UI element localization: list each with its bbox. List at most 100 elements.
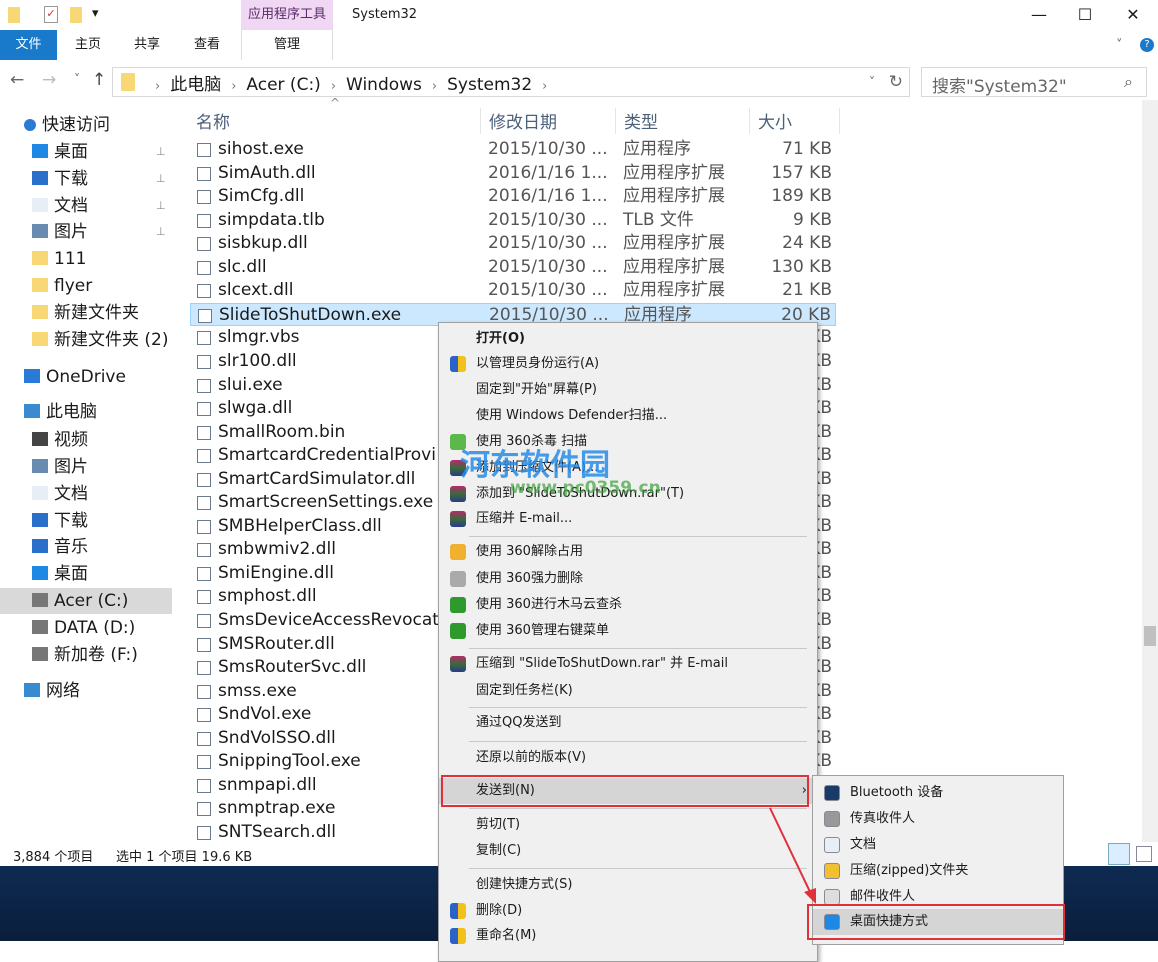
pin-icon[interactable]: ⊥ — [156, 193, 166, 219]
sidebar-item-label: 网络 — [46, 681, 80, 701]
sidebar-item[interactable]: 音乐 — [0, 534, 180, 560]
sidebar-item[interactable]: 新加卷 (F:) — [0, 642, 180, 668]
menu-item[interactable]: 使用 360强力删除 — [439, 566, 817, 592]
submenu-item[interactable]: Bluetooth 设备 — [813, 780, 1063, 806]
search-input[interactable]: 搜索"System32" — [921, 67, 1147, 97]
sidebar-item[interactable]: 网络 — [0, 678, 180, 704]
address-dropdown-icon[interactable]: ˅ — [869, 75, 875, 89]
column-size[interactable]: 大小 — [750, 108, 840, 134]
menu-item[interactable]: 重命名(M) — [439, 923, 817, 949]
menu-item[interactable]: 使用 360管理右键菜单 — [439, 618, 817, 644]
menu-item-label: 删除(D) — [476, 903, 522, 918]
sidebar-item[interactable]: flyer — [0, 273, 180, 299]
menu-item[interactable]: 添加到 "SlideToShutDown.rar"(T) — [439, 481, 817, 507]
menu-item[interactable]: 固定到任务栏(K) — [439, 678, 817, 704]
sidebar-item-label: OneDrive — [46, 367, 126, 387]
submenu-item[interactable]: 压缩(zipped)文件夹 — [813, 858, 1063, 884]
menu-item[interactable]: 压缩并 E-mail... — [439, 506, 817, 532]
address-bar[interactable]: ›此电脑›Acer (C:)›Windows›System32› ˅ ↻ — [112, 67, 910, 97]
file-row[interactable]: sihost.exe2015/10/30 ...应用程序71 KB — [190, 138, 836, 162]
menu-item[interactable]: 固定到"开始"屏幕(P) — [439, 377, 817, 403]
column-date[interactable]: 修改日期 — [481, 108, 616, 134]
drive-icon — [32, 593, 48, 607]
minimize-button[interactable]: — — [1016, 0, 1062, 30]
file-name: SnippingTool.exe — [218, 750, 361, 774]
tab-file[interactable]: 文件 — [0, 30, 57, 60]
column-name[interactable]: 名称 — [188, 108, 481, 134]
quick-access-dropdown[interactable]: ▾ — [92, 6, 99, 21]
scrollbar[interactable] — [1142, 100, 1158, 842]
scrollbar-thumb[interactable] — [1144, 626, 1156, 646]
ribbon-expand-icon[interactable]: ˅ — [1116, 38, 1123, 53]
picture-icon — [32, 459, 48, 473]
pin-icon[interactable]: ⊥ — [156, 166, 166, 192]
large-icons-view-button[interactable] — [1136, 846, 1152, 862]
sidebar-item[interactable]: 图片 — [0, 454, 180, 480]
menu-item[interactable]: 通过QQ发送到 — [439, 710, 817, 736]
sidebar-item[interactable]: 下载⊥ — [0, 166, 180, 192]
tab-share[interactable]: 共享 — [122, 30, 172, 60]
menu-item[interactable]: 还原以前的版本(V) — [439, 745, 817, 771]
pin-icon[interactable]: ⊥ — [156, 219, 166, 245]
submenu-item[interactable]: 文档 — [813, 832, 1063, 858]
file-size: 157 KB — [771, 162, 832, 186]
sidebar-item[interactable]: OneDrive — [0, 364, 180, 390]
menu-item[interactable]: 使用 360解除占用 — [439, 539, 817, 565]
back-button[interactable]: ← — [10, 70, 24, 90]
menu-separator — [469, 741, 807, 742]
file-row[interactable]: sisbkup.dll2015/10/30 ...应用程序扩展24 KB — [190, 232, 836, 256]
sidebar-item[interactable]: Acer (C:) — [0, 588, 172, 614]
new-folder-icon[interactable] — [70, 7, 82, 23]
file-name: SlideToShutDown.exe — [219, 304, 401, 328]
tab-view[interactable]: 查看 — [182, 30, 232, 60]
sidebar-item[interactable]: DATA (D:) — [0, 615, 180, 641]
file-row[interactable]: SimAuth.dll2016/1/16 1...应用程序扩展157 KB — [190, 162, 836, 186]
sidebar-item[interactable]: 桌面 — [0, 561, 180, 587]
menu-item-label: 压缩并 E-mail... — [476, 511, 572, 526]
up-button[interactable]: ↑ — [92, 70, 106, 90]
file-row[interactable]: SimCfg.dll2016/1/16 1...应用程序扩展189 KB — [190, 185, 836, 209]
sidebar-item[interactable]: 新建文件夹 (2) — [0, 327, 180, 353]
sidebar-item[interactable]: 文档 — [0, 481, 180, 507]
sidebar-item[interactable]: 图片⊥ — [0, 219, 180, 245]
menu-item[interactable]: 添加到压缩文件(A)... — [439, 455, 817, 481]
submenu-item[interactable]: 传真收件人 — [813, 806, 1063, 832]
tab-home[interactable]: 主页 — [63, 30, 113, 60]
tab-manage[interactable]: 管理 — [241, 30, 333, 60]
properties-icon[interactable]: ✓ — [44, 6, 58, 23]
recent-locations-button[interactable]: ˅ — [74, 72, 80, 86]
file-row[interactable]: slc.dll2015/10/30 ...应用程序扩展130 KB — [190, 256, 836, 280]
forward-button[interactable]: → — [42, 70, 56, 90]
refresh-button[interactable]: ↻ — [889, 72, 903, 92]
maximize-button[interactable]: ☐ — [1062, 0, 1108, 30]
sidebar-item[interactable]: 桌面⊥ — [0, 139, 180, 165]
sidebar-item[interactable]: 文档⊥ — [0, 193, 180, 219]
sidebar-item[interactable]: 下载 — [0, 508, 180, 534]
menu-item[interactable]: 打开(O) — [439, 326, 817, 352]
details-view-button[interactable] — [1108, 843, 1130, 865]
folder-icon[interactable] — [8, 7, 20, 23]
menu-item[interactable]: 使用 360进行木马云查杀 — [439, 592, 817, 618]
menu-item-label: 以管理员身份运行(A) — [476, 356, 599, 371]
menu-item[interactable]: 压缩到 "SlideToShutDown.rar" 并 E-mail — [439, 651, 817, 677]
pin-icon[interactable]: ⊥ — [156, 139, 166, 165]
sidebar-item[interactable]: 111 — [0, 246, 180, 272]
breadcrumb-item[interactable]: Acer (C:) — [246, 75, 320, 95]
sidebar-item[interactable]: 视频 — [0, 427, 180, 453]
sidebar-item[interactable]: 快速访问 — [0, 112, 180, 138]
sidebar-item[interactable]: 新建文件夹 — [0, 300, 180, 326]
help-icon[interactable]: ? — [1140, 38, 1154, 52]
menu-item[interactable]: 以管理员身份运行(A) — [439, 351, 817, 377]
breadcrumb-item[interactable]: Windows — [346, 75, 422, 95]
file-row[interactable]: slcext.dll2015/10/30 ...应用程序扩展21 KB — [190, 279, 836, 303]
sidebar-item[interactable]: 此电脑 — [0, 399, 180, 425]
breadcrumb-item[interactable]: 此电脑 — [170, 75, 221, 95]
breadcrumb-item[interactable]: System32 — [447, 75, 532, 95]
menu-item[interactable]: 使用 360杀毒 扫描 — [439, 429, 817, 455]
bluetooth-icon — [824, 785, 840, 801]
file-row[interactable]: simpdata.tlb2015/10/30 ...TLB 文件9 KB — [190, 209, 836, 233]
file-name: slr100.dll — [218, 350, 297, 374]
menu-item[interactable]: 使用 Windows Defender扫描... — [439, 403, 817, 429]
column-type[interactable]: 类型 — [616, 108, 750, 134]
close-button[interactable]: ✕ — [1110, 0, 1156, 30]
